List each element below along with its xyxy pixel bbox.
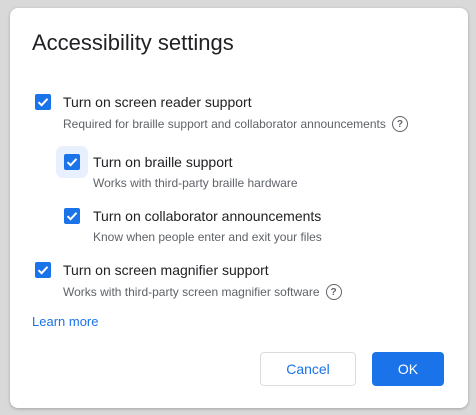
screen-magnifier-description-text: Works with third-party screen magnifier … <box>63 285 320 299</box>
braille-label: Turn on braille support <box>93 154 233 170</box>
screen-reader-checkbox[interactable] <box>35 94 51 110</box>
dialog-title: Accessibility settings <box>32 30 234 55</box>
help-icon[interactable]: ? <box>325 284 342 300</box>
help-icon[interactable]: ? <box>391 116 408 132</box>
checkmark-icon <box>66 212 78 221</box>
checkmark-icon <box>37 98 49 107</box>
screen-reader-label: Turn on screen reader support <box>63 94 252 110</box>
learn-more-link[interactable]: Learn more <box>32 314 98 329</box>
screen-magnifier-checkbox[interactable] <box>35 262 51 278</box>
braille-checkbox[interactable] <box>64 154 80 170</box>
cancel-button[interactable]: Cancel <box>260 352 356 386</box>
collaborator-announcements-label: Turn on collaborator announcements <box>93 208 322 224</box>
braille-description-text: Works with third-party braille hardware <box>93 176 298 190</box>
collaborator-announcements-description-text: Know when people enter and exit your fil… <box>93 230 322 244</box>
screen-magnifier-label: Turn on screen magnifier support <box>63 262 269 278</box>
screen-magnifier-description: Works with third-party screen magnifier … <box>63 284 342 300</box>
screen-reader-description: Required for braille support and collabo… <box>63 116 408 132</box>
ok-button[interactable]: OK <box>372 352 444 386</box>
accessibility-settings-dialog: Accessibility settings Turn on screen re… <box>10 8 468 408</box>
screen-reader-description-text: Required for braille support and collabo… <box>63 117 386 131</box>
collaborator-announcements-checkbox[interactable] <box>64 208 80 224</box>
braille-description: Works with third-party braille hardware <box>93 176 298 190</box>
checkmark-icon <box>66 158 78 167</box>
checkmark-icon <box>37 266 49 275</box>
collaborator-announcements-description: Know when people enter and exit your fil… <box>93 230 322 244</box>
